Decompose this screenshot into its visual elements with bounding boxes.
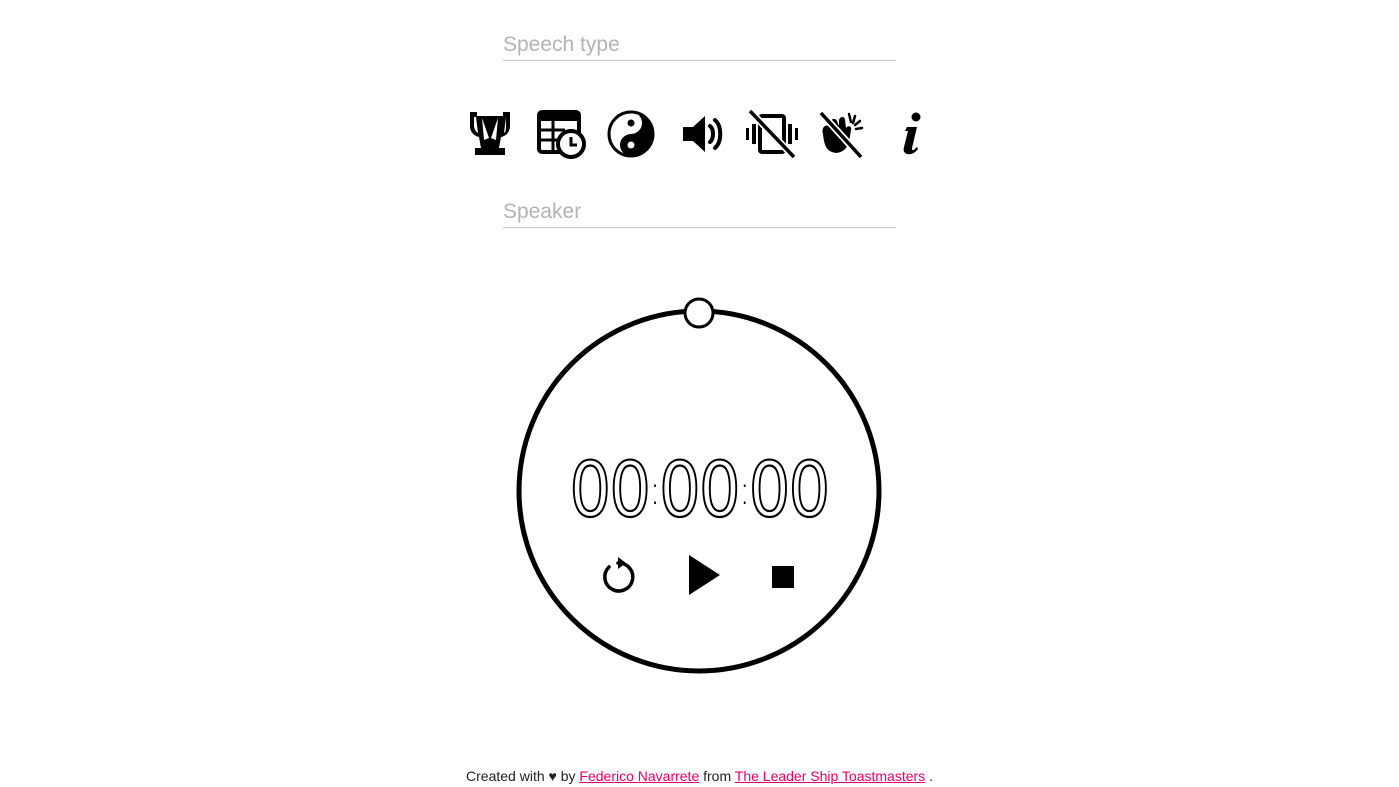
mode-button[interactable] <box>603 107 659 161</box>
author-link[interactable]: Federico Navarrete <box>579 768 699 784</box>
play-button[interactable] <box>680 551 724 599</box>
info-button[interactable] <box>884 107 940 161</box>
schedule-button[interactable] <box>533 107 589 161</box>
reset-icon <box>603 557 635 593</box>
toolbar <box>460 107 940 161</box>
minutes-value: 00 <box>658 444 741 535</box>
speaker-input[interactable] <box>503 197 896 228</box>
stop-icon <box>772 566 794 588</box>
schedule-table-icon <box>537 110 586 159</box>
sound-button[interactable] <box>674 107 730 161</box>
timer-app: 00:00:00 Created with ♥ by Federico Nava… <box>0 0 1399 787</box>
time-separator: : <box>649 468 661 514</box>
progress-knob[interactable] <box>683 297 715 329</box>
time-separator: : <box>738 468 751 514</box>
reset-button[interactable] <box>596 552 640 600</box>
time-display: 00:00:00 <box>542 440 857 540</box>
stop-button[interactable] <box>761 552 805 600</box>
hours-value: 00 <box>569 444 652 535</box>
footer-suffix: . <box>929 768 933 784</box>
footer-prefix: Created with ♥ by <box>466 768 576 784</box>
play-icon <box>689 555 720 595</box>
clap-button[interactable] <box>813 107 869 161</box>
club-link[interactable]: The Leader Ship Toastmasters <box>735 768 925 784</box>
vibration-button[interactable] <box>744 107 800 161</box>
info-icon <box>903 112 921 155</box>
trophy-button[interactable] <box>462 107 518 161</box>
volume-icon <box>683 116 723 152</box>
yin-yang-icon <box>607 110 655 158</box>
clap-off-icon <box>818 110 864 160</box>
trophy-icon <box>470 112 510 155</box>
speech-type-input[interactable] <box>503 30 896 61</box>
seconds-value: 00 <box>748 444 831 535</box>
footer: Created with ♥ by Federico Navarrete fro… <box>0 768 1399 784</box>
footer-middle: from <box>703 768 732 784</box>
vibrate-off-icon <box>746 108 798 160</box>
